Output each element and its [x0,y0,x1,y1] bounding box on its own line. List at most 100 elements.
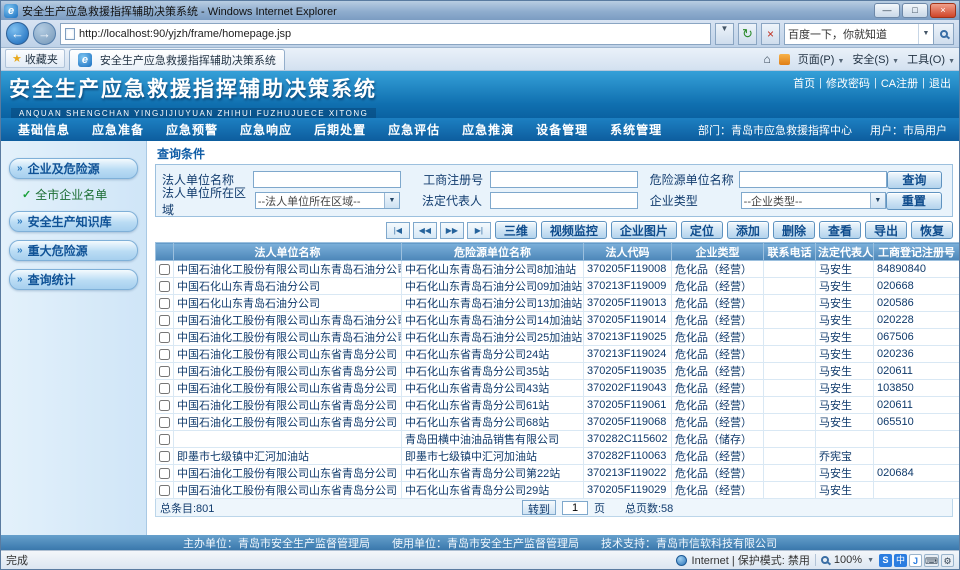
pager-nav-button-0[interactable]: |◀ [386,222,410,239]
page-menu[interactable]: 页面(P) ▼ [798,51,845,67]
row-checkbox[interactable] [159,485,170,496]
total-pages-label: 总页数:58 [625,500,673,516]
maximize-button[interactable]: □ [902,3,928,18]
table-row[interactable]: 中国石油化工股份有限公司山东省青岛分公司中石化山东省青岛分公司61站370205… [156,397,960,414]
reset-button[interactable]: 重置 [886,192,942,210]
search-button[interactable]: 查询 [887,171,942,189]
favorites-button[interactable]: ★ 收藏夹 [5,49,65,68]
search-icon[interactable] [933,24,953,44]
toolbar-button-3[interactable]: 定位 [681,221,723,239]
toolbar-button-0[interactable]: 三维 [495,221,537,239]
table-cell: 马安生 [816,346,874,363]
tools-menu[interactable]: 工具(O) ▼ [907,51,955,67]
back-button[interactable]: ← [6,22,29,45]
header-link-3[interactable]: 退出 [929,75,951,91]
toolbar-button-1[interactable]: 视频监控 [541,221,607,239]
row-checkbox[interactable] [159,400,170,411]
keyboard-icon[interactable]: ⌨ [924,554,939,567]
row-checkbox[interactable] [159,366,170,377]
menu-item-3[interactable]: 应急响应 [229,121,303,138]
table-row[interactable]: 中国石油化工股份有限公司山东省青岛分公司中石化山东省青岛分公司第22站37021… [156,465,960,482]
close-button[interactable]: × [930,3,956,18]
business-reg-no-input[interactable] [490,171,638,188]
address-dropdown-icon[interactable]: ▼ [715,23,734,45]
minimize-button[interactable]: — [874,3,900,18]
forward-button[interactable]: → [33,22,56,45]
safety-menu[interactable]: 安全(S) ▼ [852,51,899,67]
table-row[interactable]: 中国石油化工股份有限公司山东省青岛分公司中石化山东省青岛分公司68站370205… [156,414,960,431]
address-input[interactable] [79,28,706,40]
row-checkbox[interactable] [159,434,170,445]
row-checkbox[interactable] [159,417,170,428]
region-select[interactable]: --法人单位所在区域--▼ [255,192,400,209]
table-row[interactable]: 中国石化山东青岛石油分公司中石化山东青岛石油分公司09加油站370213F119… [156,278,960,295]
sidebar-link-1[interactable]: ✓全市企业名单 [22,186,138,203]
row-checkbox[interactable] [159,281,170,292]
sidebar-button-2[interactable]: »安全生产知识库 [9,211,138,232]
pager-nav-button-2[interactable]: ▶▶ [440,222,464,239]
menu-item-8[interactable]: 系统管理 [599,121,673,138]
pager-nav-button-3[interactable]: ▶| [467,222,491,239]
toolbar-button-6[interactable]: 查看 [819,221,861,239]
header-link-2[interactable]: CA注册 [881,75,918,91]
zoom-icon[interactable] [821,556,829,564]
row-checkbox[interactable] [159,332,170,343]
row-checkbox[interactable] [159,468,170,479]
menu-item-0[interactable]: 基础信息 [7,121,81,138]
gear-icon[interactable]: ⚙ [941,554,954,567]
page-number-input[interactable] [562,501,588,515]
search-input[interactable] [785,28,918,40]
table-row[interactable]: 中国石化山东青岛石油分公司中石化山东青岛石油分公司13加油站370205F119… [156,295,960,312]
table-row[interactable]: 中国石油化工股份有限公司山东省青岛分公司中石化山东省青岛分公司43站370202… [156,380,960,397]
refresh-icon[interactable]: ↻ [738,23,757,45]
table-row[interactable]: 中国石油化工股份有限公司山东省青岛分公司中石化山东省青岛分公司24站370213… [156,346,960,363]
table-row[interactable]: 中国石油化工股份有限公司山东青岛石油分公司中石化山东青岛石油分公司14加油站37… [156,312,960,329]
search-box[interactable]: ▼ [784,23,954,45]
menu-item-6[interactable]: 应急推演 [451,121,525,138]
menu-item-4[interactable]: 后期处置 [303,121,377,138]
rss-icon[interactable] [779,54,790,65]
row-checkbox[interactable] [159,315,170,326]
table-row[interactable]: 中国石油化工股份有限公司山东省青岛分公司中石化山东省青岛分公司35站370205… [156,363,960,380]
search-dropdown-icon[interactable]: ▼ [918,24,933,44]
row-checkbox[interactable] [159,264,170,275]
chinese-mode-icon[interactable]: 中 [894,554,907,567]
sidebar-button-0[interactable]: »企业及危险源 [9,158,138,179]
header-link-0[interactable]: 首页 [793,75,815,91]
row-checkbox[interactable] [159,349,170,360]
toolbar-button-5[interactable]: 删除 [773,221,815,239]
header-link-1[interactable]: 修改密码 [826,75,870,91]
menu-item-5[interactable]: 应急评估 [377,121,451,138]
chevron-down-icon[interactable]: ▼ [867,557,874,564]
sidebar-button-4[interactable]: »查询统计 [9,269,138,290]
hazard-unit-name-input[interactable] [739,171,887,188]
row-checkbox[interactable] [159,298,170,309]
stop-icon[interactable]: × [761,23,780,45]
menu-item-2[interactable]: 应急预警 [155,121,229,138]
toolbar-button-8[interactable]: 恢复 [911,221,953,239]
toolbar-button-2[interactable]: 企业图片 [611,221,677,239]
home-icon[interactable]: ⌂ [764,52,771,66]
table-row[interactable]: 青岛田横中油油品销售有限公司370282C115602危化品（储存） [156,431,960,448]
enterprise-type-select[interactable]: --企业类型--▼ [741,192,886,209]
table-row[interactable]: 中国石油化工股份有限公司山东青岛石油分公司中石化山东青岛石油分公司8加油站370… [156,261,960,278]
address-bar[interactable] [60,23,711,45]
menu-item-1[interactable]: 应急准备 [81,121,155,138]
table-row[interactable]: 中国石油化工股份有限公司山东省青岛分公司中石化山东省青岛分公司29站370205… [156,482,960,499]
legal-rep-input[interactable] [490,192,638,209]
toolbar-button-7[interactable]: 导出 [865,221,907,239]
goto-page-button[interactable]: 转到 [522,500,556,515]
row-checkbox[interactable] [159,383,170,394]
table-row[interactable]: 即墨市七级镇中汇河加油站即墨市七级镇中汇河加油站370282F110063危化品… [156,448,960,465]
tab-active[interactable]: e 安全生产应急救援指挥辅助决策系统 [69,49,285,70]
legal-unit-name-input[interactable] [253,171,401,188]
menu-item-7[interactable]: 设备管理 [525,121,599,138]
zoom-level[interactable]: 100% [834,554,862,566]
pager-nav-button-1[interactable]: ◀◀ [413,222,437,239]
toolbar-button-4[interactable]: 添加 [727,221,769,239]
sogou-icon[interactable]: S [879,554,892,567]
sidebar-button-3[interactable]: »重大危险源 [9,240,138,261]
table-row[interactable]: 中国石油化工股份有限公司山东青岛石油分公司中石化山东青岛石油分公司25加油站37… [156,329,960,346]
row-checkbox[interactable] [159,451,170,462]
ime-mode-icon[interactable]: J [909,554,922,567]
